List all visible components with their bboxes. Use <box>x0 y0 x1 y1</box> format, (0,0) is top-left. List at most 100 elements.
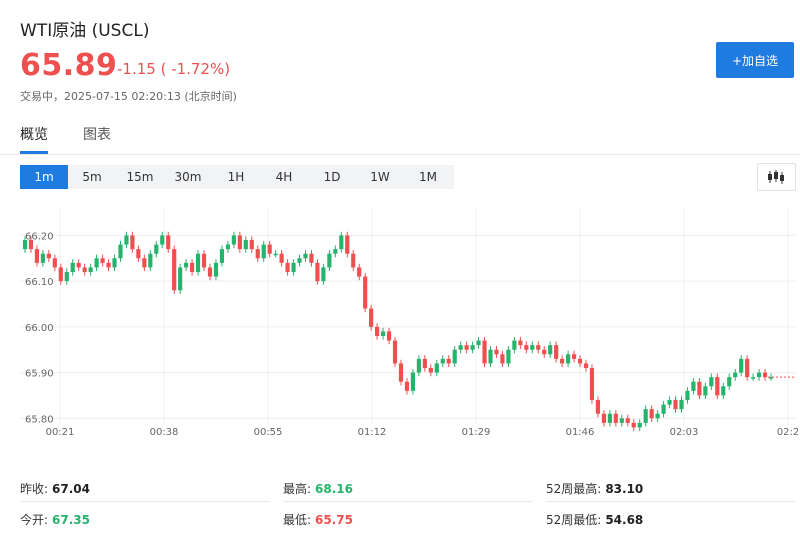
candle-body <box>273 253 278 256</box>
candle-body <box>237 235 242 250</box>
candle-body <box>207 267 213 277</box>
tab-chart[interactable]: 图表 <box>83 124 111 144</box>
candle-body <box>751 377 756 379</box>
y-tick-label: 65.80 <box>25 414 54 425</box>
candle-body <box>195 253 201 272</box>
candle-body <box>506 349 511 364</box>
interval-1m[interactable]: 1m <box>20 165 68 189</box>
add-to-watchlist-button[interactable]: +加自选 <box>716 42 794 78</box>
candle-body <box>267 244 272 254</box>
stat-day-low: 最低: 65.75 <box>283 513 354 527</box>
candle-body <box>201 253 207 268</box>
candle-body <box>476 340 481 346</box>
candle-body <box>142 258 147 268</box>
candle-body <box>279 253 284 263</box>
candle-body <box>184 262 189 268</box>
candle-body <box>607 413 612 423</box>
candle-body <box>494 349 499 355</box>
candle-body <box>392 340 398 364</box>
candle-body <box>404 381 410 391</box>
candle-body <box>643 409 648 423</box>
candle-body <box>375 326 380 336</box>
interval-5m[interactable]: 5m <box>68 165 116 189</box>
candle-body <box>482 340 487 364</box>
x-tick-label: 00:38 <box>150 427 179 438</box>
chart-type-button[interactable] <box>757 163 796 191</box>
candle-body <box>631 422 636 428</box>
interval-1d[interactable]: 1D <box>308 165 356 189</box>
candle-body <box>410 372 416 391</box>
candle-body <box>733 372 738 378</box>
stat-52w-high: 52周最高: 83.10 <box>546 482 644 496</box>
candle-body <box>709 377 714 387</box>
candle-body <box>422 358 427 368</box>
x-tick-label: 00:55 <box>254 427 283 438</box>
tab-overview[interactable]: 概览 <box>20 124 48 144</box>
candle-body <box>464 345 469 350</box>
candle-body <box>500 354 505 364</box>
candle-body <box>243 240 248 250</box>
x-tick-label: 02:03 <box>670 427 699 438</box>
interval-4h[interactable]: 4H <box>260 165 308 189</box>
candle-body <box>470 345 475 350</box>
tab-divider <box>0 154 800 155</box>
stat-day-high: 最高: 68.16 <box>283 482 354 496</box>
candle-body <box>667 400 672 405</box>
candle-body <box>166 235 171 250</box>
stat-prev-close: 昨收: 67.04 <box>20 482 91 496</box>
candle-body <box>172 249 177 291</box>
stat-52w-low: 52周最低: 54.68 <box>546 513 644 527</box>
candle-body <box>100 258 105 263</box>
candle-body <box>619 418 624 423</box>
candle-body <box>70 262 75 272</box>
candle-body <box>190 262 195 272</box>
candle-body <box>661 404 666 414</box>
candle-body <box>321 267 326 282</box>
candle-body <box>625 418 630 423</box>
interval-1w[interactable]: 1W <box>356 165 404 189</box>
trading-status: 交易中，2025-07-15 02:20:13 (北京时间) <box>20 90 237 103</box>
candle-body <box>333 249 338 254</box>
interval-1mo[interactable]: 1M <box>404 165 452 189</box>
candle-body <box>154 244 159 254</box>
candle-body <box>285 262 290 272</box>
candle-body <box>530 345 535 350</box>
candle-body <box>524 345 529 350</box>
candle-body <box>231 235 236 245</box>
candle-body <box>398 363 404 382</box>
candle-body <box>76 262 81 268</box>
candle-body <box>583 363 589 368</box>
x-tick-label: 01:29 <box>462 427 491 438</box>
candle-body <box>518 340 523 346</box>
candle-body <box>554 345 559 359</box>
candle-body <box>458 345 463 350</box>
candle-body <box>673 400 678 410</box>
candlestick-chart[interactable]: 66.2066.1066.0065.9065.8000:21 00:38 00:55… <box>0 200 800 440</box>
candle-body <box>685 390 690 400</box>
candle-body <box>351 253 356 268</box>
candle-body <box>160 235 165 245</box>
price-change: -1.15 ( -1.72%) <box>117 60 231 78</box>
interval-15m[interactable]: 15m <box>116 165 164 189</box>
candle-body <box>88 267 93 272</box>
candle-body <box>249 240 254 250</box>
x-tick-label: 01:46 <box>566 427 595 438</box>
interval-30m[interactable]: 30m <box>164 165 212 189</box>
candle-body <box>721 386 726 396</box>
candle-body <box>380 331 386 336</box>
candle-body <box>571 354 577 359</box>
candle-body <box>416 358 421 373</box>
candle-body <box>745 358 750 378</box>
y-tick-label: 65.90 <box>25 369 54 380</box>
candle-body <box>542 349 547 355</box>
candle-body <box>691 381 696 391</box>
candle-body <box>219 249 225 263</box>
candle-body <box>40 253 45 263</box>
candle-body <box>106 262 111 268</box>
candle-body <box>327 253 332 268</box>
interval-1h[interactable]: 1H <box>212 165 260 189</box>
x-tick-label: 02:2 <box>777 427 799 438</box>
candle-body <box>613 413 618 423</box>
candle-body <box>94 258 99 268</box>
candlestick-icon <box>768 170 784 184</box>
